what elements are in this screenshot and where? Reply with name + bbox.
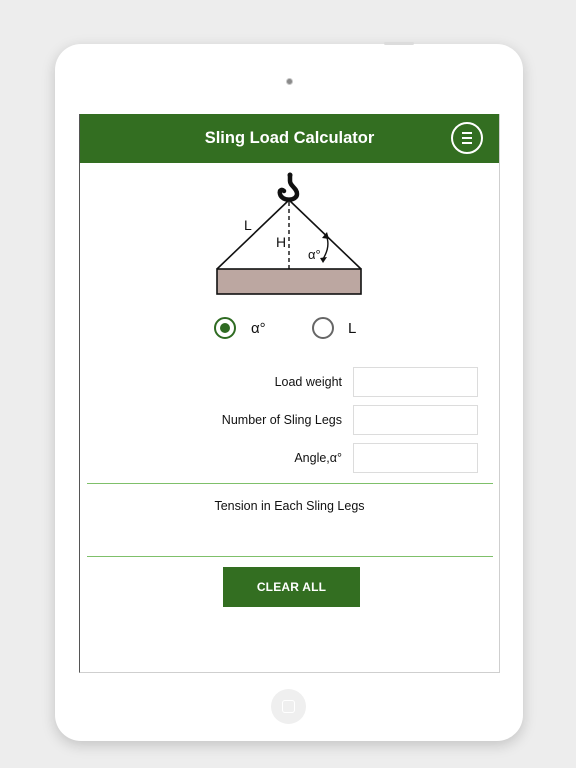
radio-selected-dot (220, 323, 230, 333)
menu-button[interactable] (451, 122, 483, 154)
clear-all-button[interactable]: CLEAR ALL (223, 567, 360, 607)
sling-legs-label: Number of Sling Legs (221, 413, 342, 427)
radio-angle-label: α° (251, 320, 266, 337)
load-block (216, 268, 362, 295)
device-side-button (384, 42, 414, 45)
load-weight-input[interactable] (353, 367, 478, 397)
angle-label: Angle,α° (294, 451, 342, 465)
load-weight-label: Load weight (274, 375, 342, 389)
radio-length[interactable] (312, 317, 334, 339)
front-camera (286, 78, 293, 85)
home-square-icon (282, 700, 295, 713)
app-screen: Sling Load Calculator L H α° α° L Load w… (79, 114, 500, 673)
diagram-label-height: H (276, 234, 286, 250)
home-button[interactable] (271, 689, 306, 724)
app-header: Sling Load Calculator (80, 114, 499, 163)
diagram-label-length: L (244, 217, 252, 233)
sling-legs-input[interactable] (353, 405, 478, 435)
radio-angle[interactable] (214, 317, 236, 339)
radio-length-label: L (348, 320, 357, 337)
angle-input[interactable] (353, 443, 478, 473)
angle-arrow-bottom (320, 257, 327, 263)
divider-bottom (87, 556, 493, 557)
diagram-label-angle: α° (308, 247, 321, 262)
divider-top (87, 483, 493, 484)
tension-result-label: Tension in Each Sling Legs (214, 499, 365, 513)
sling-diagram: L H α° (216, 172, 362, 295)
app-title: Sling Load Calculator (204, 129, 375, 147)
hook-icon (277, 172, 300, 202)
